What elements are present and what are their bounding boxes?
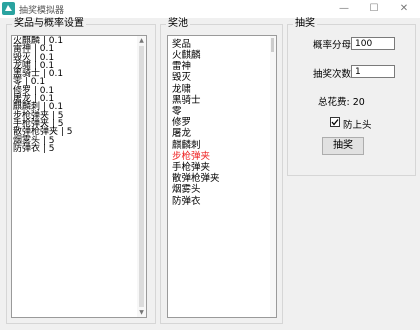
maximize-button[interactable]: ☐: [360, 0, 388, 18]
pool-listbox[interactable]: 奖品 火麒麟 雷神 毁灭 龙啸 黑骑士零修罗 屠龙 麒麟刺 步枪弹夹 手枪弹夹 散弹枪弹夹 烟雾头防…: [167, 35, 277, 318]
draw-group: 抽奖 概率分母号: 100 抽奖次数: 1 总花费: 20 防上头 抽奖: [287, 18, 416, 176]
pool-list-item[interactable]: 龙啸: [172, 84, 191, 95]
pool-list-item[interactable]: 零: [172, 106, 182, 117]
denominator-input[interactable]: 100: [351, 37, 395, 50]
title-bar[interactable]: 抽奖模拟器 — ☐ ✕: [0, 0, 420, 18]
pool-header: 奖品: [172, 39, 192, 50]
prizes-textarea[interactable]: 火麒麟 | 0.1 雷神 | 0.1 毁灭 | 0.1 龙啸 | 0.1 黑骑士 | 0…: [11, 35, 147, 318]
count-label: 抽奖次数:: [313, 69, 355, 80]
count-input[interactable]: 1: [351, 65, 395, 78]
draw-button[interactable]: 抽奖: [322, 137, 364, 155]
total-cost-label: 总花费: 20: [318, 97, 365, 108]
prizes-group-label: 奖品与概率设置: [12, 18, 86, 30]
pool-scrollbar[interactable]: [270, 36, 276, 317]
pool-list-item[interactable]: 手枪弹夹: [172, 162, 210, 173]
pool-list-item[interactable]: 步枪弹夹: [172, 151, 210, 162]
checkmark-icon: [331, 119, 339, 126]
app-icon: [2, 2, 15, 15]
prize-line: 防弹衣 | 5: [13, 143, 55, 154]
prize-lines: 火麒麟 | 0.1 雷神 | 0.1 毁灭 | 0.1 龙啸 | 0.1 黑骑士 | 0…: [12, 36, 146, 153]
scroll-down-icon[interactable]: ▼: [137, 308, 146, 317]
minimize-button[interactable]: —: [330, 0, 358, 18]
close-button[interactable]: ✕: [390, 0, 418, 18]
pool-list-item[interactable]: 雷神: [172, 61, 191, 72]
pool-list-item[interactable]: 屠龙: [172, 128, 191, 139]
anti-head-label[interactable]: 防上头: [343, 117, 372, 131]
pool-scroll-thumb[interactable]: [271, 38, 274, 52]
pool-list-item[interactable]: 烟雾头: [172, 184, 201, 195]
pool-group: 奖池 奖品 火麒麟 雷神 毁灭 龙啸 黑骑士零修罗 屠龙 麒麟刺 步枪弹夹 手枪弹夹 散弹枪弹夹烟…: [160, 18, 283, 324]
pool-group-label: 奖池: [166, 18, 190, 30]
pool-list-item[interactable]: 麒麟刺: [172, 140, 201, 151]
prizes-group: 奖品与概率设置 火麒麟 | 0.1 雷神 | 0.1 毁灭 | 0.1 龙啸 | 0.…: [6, 18, 156, 324]
window-title: 抽奖模拟器: [19, 6, 65, 16]
scroll-up-icon[interactable]: ▲: [137, 36, 146, 45]
pool-list-item[interactable]: 散弹枪弹夹: [172, 173, 220, 184]
scroll-thumb[interactable]: [139, 46, 144, 307]
pool-list-item[interactable]: 黑骑士: [172, 95, 201, 106]
prizes-scrollbar[interactable]: ▲ ▼: [137, 36, 146, 317]
pool-list-item[interactable]: 火麒麟: [172, 50, 201, 61]
draw-group-label: 抽奖: [293, 18, 317, 30]
pool-list-item[interactable]: 防弹衣: [172, 196, 201, 207]
anti-head-checkbox[interactable]: [330, 117, 340, 127]
pool-list-item[interactable]: 毁灭: [172, 72, 191, 83]
pool-list-item[interactable]: 修罗: [172, 117, 191, 128]
